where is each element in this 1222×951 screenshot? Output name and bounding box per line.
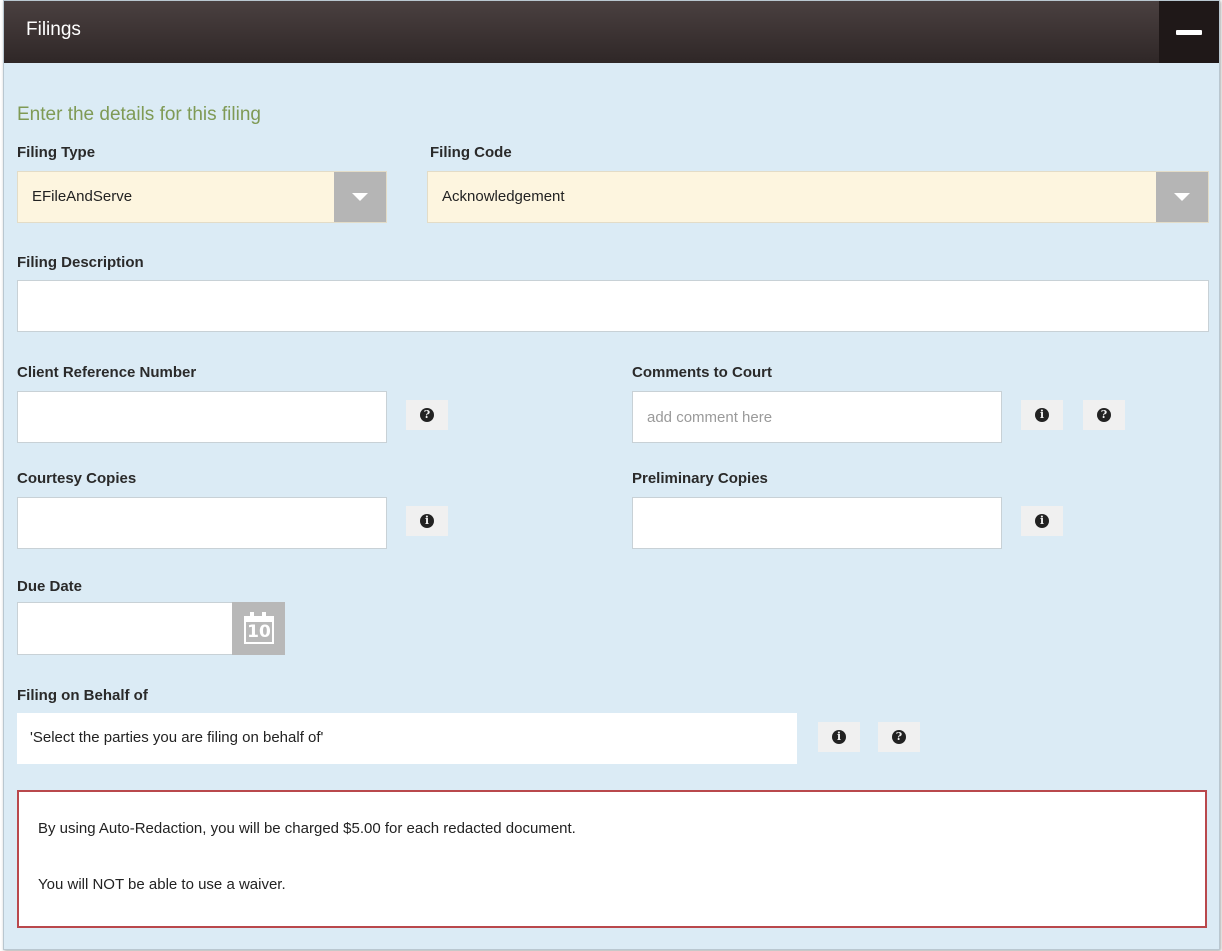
panel-header: Filings [4,1,1219,63]
client-reference-help-button[interactable]: ? [406,400,448,430]
chevron-down-icon [334,172,386,222]
question-icon: ? [892,730,906,744]
filing-description-label: Filing Description [17,254,144,271]
client-reference-input[interactable] [17,391,387,443]
filing-on-behalf-label: Filing on Behalf of [17,687,148,704]
filing-code-select[interactable]: Acknowledgement [427,171,1209,223]
courtesy-copies-label: Courtesy Copies [17,470,137,487]
preliminary-copies-input[interactable] [632,497,1002,549]
preliminary-copies-label: Preliminary Copies [632,470,768,487]
filings-panel: Filings Enter the details for this filin… [3,0,1220,950]
filing-on-behalf-select[interactable]: 'Select the parties you are filing on be… [17,713,797,764]
courtesy-copies-input[interactable] [17,497,387,549]
due-date-label: Due Date [17,578,83,595]
panel-title: Filings [26,19,81,40]
filing-type-label: Filing Type [17,144,96,161]
preliminary-copies-info-button[interactable]: i [1021,506,1063,536]
notice-waiver-text: You will NOT be able to use a waiver. [38,876,286,893]
filing-on-behalf-info-button[interactable]: i [818,722,860,752]
notice-charge-text: By using Auto-Redaction, you will be cha… [38,820,576,837]
question-icon: ? [420,408,434,422]
info-icon: i [420,514,434,528]
comments-label: Comments to Court [632,364,772,381]
calendar-icon: 10 [244,612,274,644]
info-icon: i [832,730,846,744]
filing-on-behalf-help-button[interactable]: ? [878,722,920,752]
calendar-day: 10 [244,622,274,644]
filing-description-input[interactable] [17,280,1209,332]
question-icon: ? [1097,408,1111,422]
filing-type-value: EFileAndServe [32,188,133,205]
comments-info-button[interactable]: i [1021,400,1063,430]
calendar-button[interactable]: 10 [232,602,285,655]
comments-input[interactable] [632,391,1002,443]
filing-code-label: Filing Code [430,144,512,161]
comments-help-button[interactable]: ? [1083,400,1125,430]
info-icon: i [1035,514,1049,528]
chevron-down-icon [1156,172,1208,222]
filing-on-behalf-placeholder: 'Select the parties you are filing on be… [30,729,324,746]
minus-icon [1176,30,1202,35]
filing-type-select[interactable]: EFileAndServe [17,171,387,223]
due-date-input[interactable] [17,602,233,655]
courtesy-copies-info-button[interactable]: i [406,506,448,536]
client-reference-label: Client Reference Number [17,364,197,381]
form-subtitle: Enter the details for this filing [17,104,261,125]
filing-code-value: Acknowledgement [442,188,565,205]
info-icon: i [1035,408,1049,422]
collapse-button[interactable] [1159,1,1219,63]
auto-redaction-notice: By using Auto-Redaction, you will be cha… [17,790,1207,928]
